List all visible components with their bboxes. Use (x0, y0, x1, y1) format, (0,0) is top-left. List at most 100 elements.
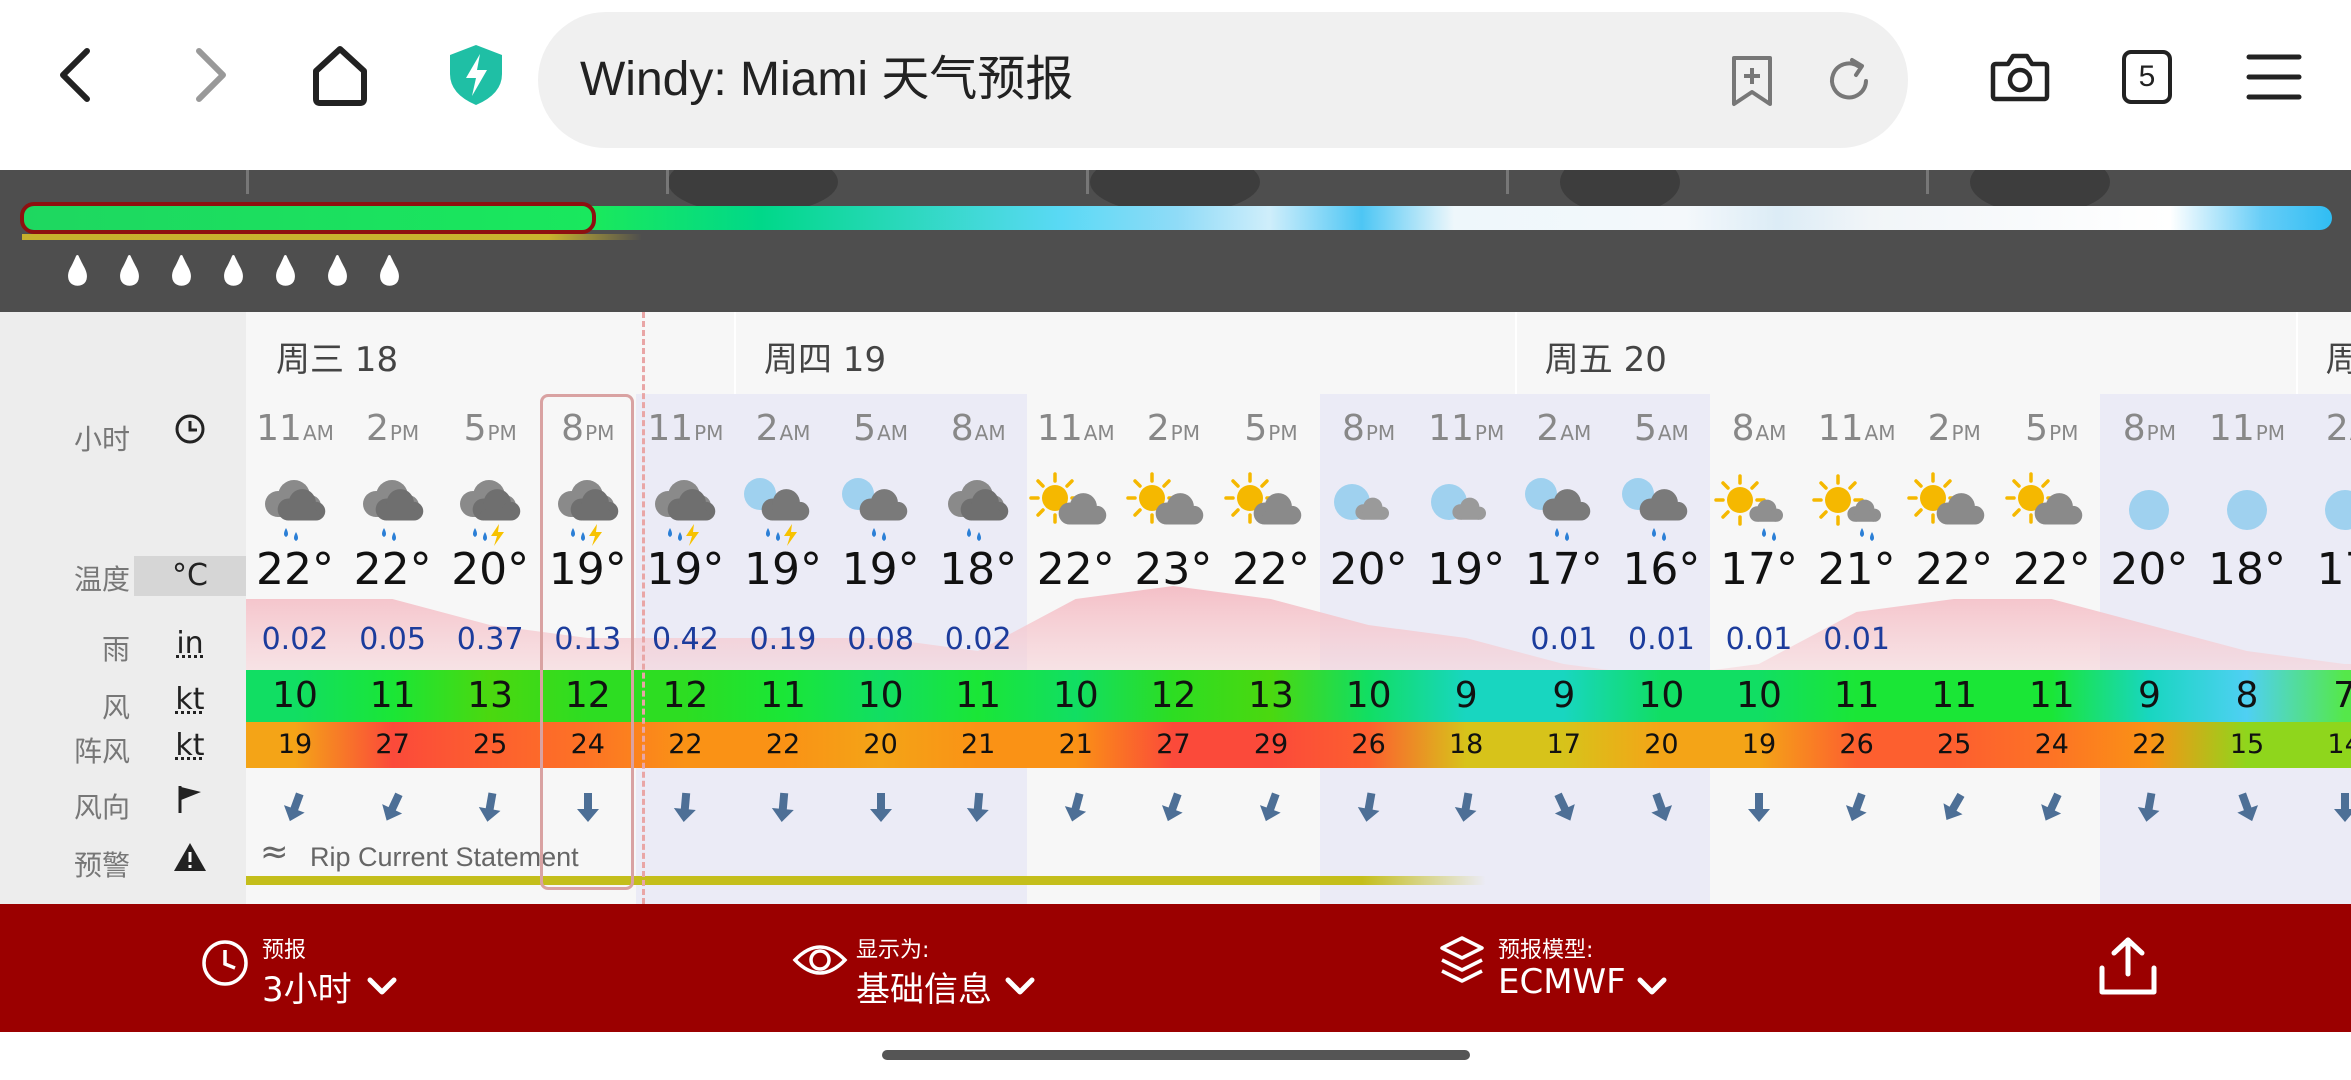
hour-cell[interactable]: 11AM (246, 408, 344, 449)
security-shield-button[interactable] (436, 35, 516, 115)
hour-cell[interactable]: 5PM (441, 408, 539, 449)
hour-cell[interactable]: 5PM (2003, 408, 2101, 449)
temperature-value: 20° (2110, 544, 2189, 595)
hour-cell[interactable]: 8AM (1710, 408, 1808, 449)
wind-gust-value: 14 (2327, 729, 2351, 760)
hour-cell[interactable]: 2AM (734, 408, 832, 449)
moon-cloud-icon (1320, 472, 1418, 548)
temperature-value: 22° (256, 544, 334, 595)
selected-column-highlight[interactable] (540, 394, 634, 890)
hour-cell[interactable]: 11AM (1027, 408, 1125, 449)
hour-number: 11 (1428, 408, 1474, 449)
rain-drop-icon: 💧 (216, 254, 251, 287)
hamburger-menu-icon (2246, 54, 2302, 100)
day-separator (2295, 312, 2298, 394)
hour-cell[interactable]: 8PM (1320, 408, 1418, 449)
forecast-value: 3小时 (262, 970, 352, 1010)
sun-cloud-icon (1905, 472, 2003, 548)
add-bookmark-button[interactable] (1726, 54, 1778, 114)
hour-ampm: PM (1268, 421, 1298, 445)
waves-icon: ≈ (260, 832, 289, 872)
forecast-grid[interactable]: 周三 18 周四 19 周五 20 周 11AM 22° 0.02 10 19 2PM 22° 0.… (246, 312, 2351, 904)
wind-direction-arrow-icon (1222, 782, 1320, 832)
moon-icon (2296, 472, 2351, 548)
wind-speed-value: 13 (1248, 675, 1294, 716)
temperature-value: 22° (353, 544, 432, 595)
address-bar[interactable]: Windy: Miami 天气预报 (538, 12, 1908, 148)
hour-cell[interactable]: 11PM (1417, 408, 1515, 449)
home-button[interactable] (300, 35, 380, 115)
selected-range-indicator[interactable] (20, 202, 596, 234)
hour-ampm: PM (1170, 421, 1200, 445)
wind-speed-value: 13 (467, 675, 514, 716)
screen: Windy: Miami 天气预报 5 💧 💧 💧 💧 💧 💧 💧 小时 温度 … (0, 0, 2351, 1080)
wind-gust-value: 20 (1644, 729, 1679, 760)
temp-unit-toggle[interactable]: °C (134, 556, 246, 596)
moon-icon (2100, 472, 2198, 548)
rain-unit-toggle[interactable]: in (134, 626, 246, 661)
wind-direction-arrow-icon (734, 782, 832, 832)
hour-ampm: AM (1560, 421, 1592, 445)
temperature-value: 19° (646, 544, 725, 595)
hour-cell[interactable]: 5PM (1222, 408, 1320, 449)
wind-gust-value: 20 (863, 729, 898, 760)
wind-gust-value: 26 (1839, 729, 1874, 760)
warning-text[interactable]: Rip Current Statement (310, 842, 579, 873)
hour-cell[interactable]: 2PM (1124, 408, 1222, 449)
forward-button[interactable] (170, 35, 250, 115)
back-button[interactable] (36, 35, 116, 115)
reload-button[interactable] (1822, 54, 1876, 112)
hour-cell[interactable]: 2PM (344, 408, 442, 449)
hour-number: 2 (1536, 408, 1560, 449)
hour-cell[interactable]: 11AM (1808, 408, 1906, 449)
chevron-right-icon (196, 48, 226, 102)
hour-cell[interactable]: 5AM (1612, 408, 1710, 449)
hour-cell[interactable]: 5AM (832, 408, 930, 449)
forecast-interval-selector[interactable]: 预报 3小时 (196, 904, 456, 1032)
clock-icon (202, 940, 248, 986)
temperature-value: 22° (1915, 544, 1994, 595)
sun-cloud-icon (1222, 472, 1320, 548)
hour-number: 8 (1731, 408, 1755, 449)
wind-gust-value: 26 (1351, 729, 1386, 760)
warning-triangle-icon (134, 840, 246, 882)
display-mode-selector[interactable]: 显示为: 基础信息 (790, 904, 1090, 1032)
tabs-button[interactable]: 5 (2122, 50, 2172, 104)
display-value: 基础信息 (856, 970, 992, 1010)
screenshot-button[interactable] (1990, 48, 2050, 108)
hour-cell[interactable]: 8PM (2100, 408, 2198, 449)
temperature-value: 20° (451, 544, 530, 595)
hour-number: 11 (256, 408, 302, 449)
wind-gust-value: 22 (668, 729, 703, 760)
wind-direction-arrow-icon (2198, 782, 2296, 832)
wind-gust-value: 19 (277, 729, 313, 760)
menu-button[interactable] (2246, 52, 2302, 106)
clock-icon (134, 412, 246, 454)
wind-direction-arrow-icon (1124, 782, 1222, 832)
rain-drop-icon: 💧 (320, 254, 355, 287)
hour-cell[interactable]: 2A (2296, 408, 2351, 449)
hour-number: 11 (1036, 408, 1083, 449)
temperature-value: 20° (1329, 544, 1408, 595)
hour-cell[interactable]: 2AM (1515, 408, 1613, 449)
gesture-home-indicator[interactable] (882, 1050, 1470, 1060)
gust-unit-toggle[interactable]: kt (134, 728, 246, 763)
temperature-value: 19° (1427, 544, 1506, 595)
timeline-strip[interactable]: 💧 💧 💧 💧 💧 💧 💧 (0, 170, 2351, 312)
hour-cell[interactable]: 8AM (929, 408, 1027, 449)
cloud-rain-icon (929, 472, 1027, 548)
wind-unit-toggle[interactable]: kt (134, 682, 246, 717)
forecast-model-selector[interactable]: 预报模型: ECMWF (1436, 904, 1696, 1032)
hour-cell[interactable]: 11PM (636, 408, 734, 449)
wind-speed-value: 10 (272, 675, 318, 716)
share-button[interactable] (2092, 904, 2172, 1032)
hour-cell[interactable]: 2PM (1905, 408, 2003, 449)
forecast-table: 小时 温度 °C 雨 in 风 kt 阵风 kt 风向 预警 周三 18 周四 1 (0, 312, 2351, 904)
hour-number: 11 (1817, 408, 1864, 449)
timeline-day-tick (246, 170, 249, 194)
wind-direction-arrow-icon (832, 782, 930, 832)
moon-cloud-rain-icon (832, 472, 930, 548)
wind-speed-value: 12 (1150, 675, 1197, 716)
hour-cell[interactable]: 11PM (2198, 408, 2296, 449)
hour-ampm: PM (2255, 421, 2286, 445)
